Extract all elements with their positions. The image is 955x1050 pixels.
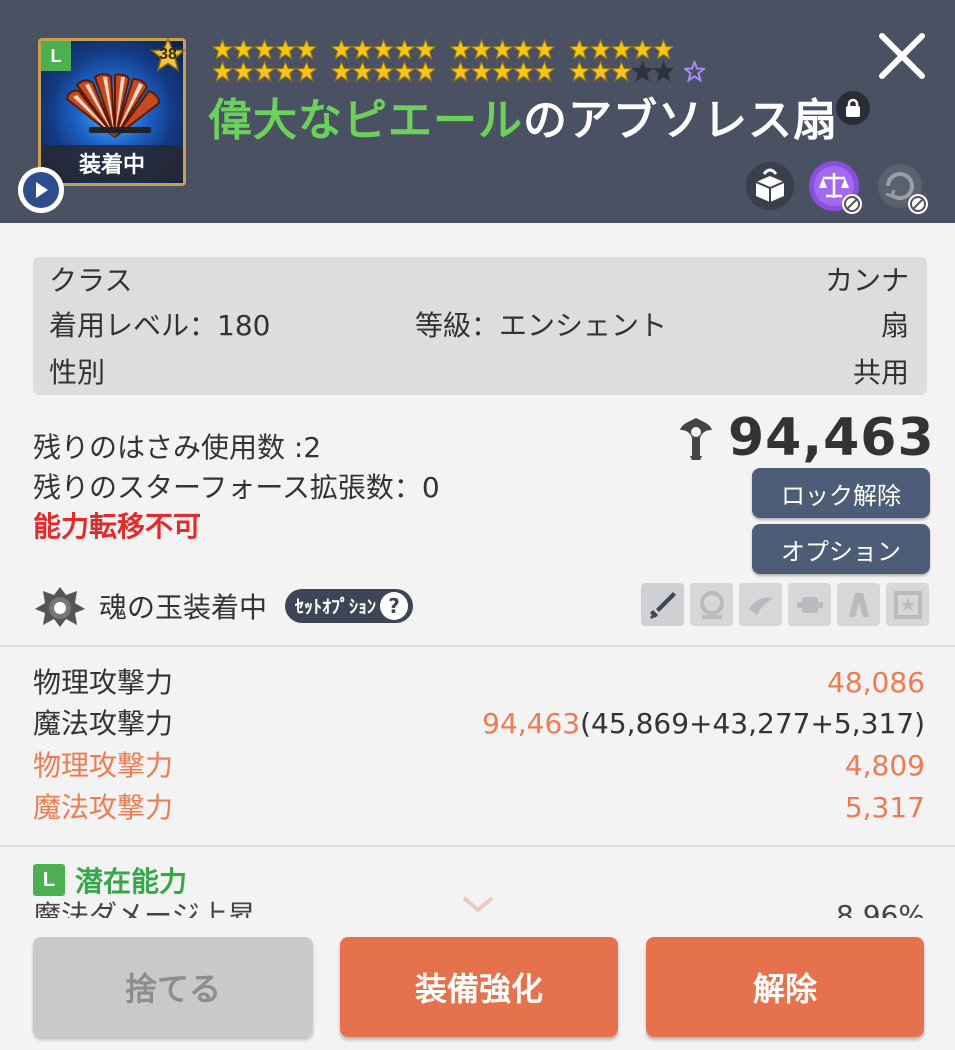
star-filled-icon [233, 60, 254, 82]
star-filled-icon [212, 38, 233, 60]
star-level-badge: 38 [150, 38, 186, 74]
star-filled-icon [450, 60, 471, 82]
info-row-level: 着用レベル：180 等級：エンシェント 扇 [49, 309, 909, 342]
potential-grade-badge: L [33, 864, 65, 896]
star-filled-icon [254, 38, 275, 60]
star-filled-icon [492, 60, 513, 82]
star-row [212, 60, 752, 82]
unequip-button[interactable]: 解除 [646, 937, 924, 1037]
set-slot-icons [641, 583, 929, 626]
grade-badge: L [41, 41, 71, 71]
helmet-icon [690, 583, 733, 626]
discard-button[interactable]: 捨てる [33, 937, 313, 1037]
reroll-disabled-icon[interactable] [874, 160, 928, 214]
star-filled-icon [233, 38, 254, 60]
sword-icon [641, 583, 684, 626]
star-filled-icon [534, 38, 555, 60]
glove-icon [788, 583, 831, 626]
help-icon: ? [380, 592, 409, 620]
set-option-button[interactable]: ｾｯﾄｵﾌﾟｼｮﾝ ? [285, 589, 414, 623]
star-row [212, 38, 752, 60]
fan-weapon-icon [65, 73, 161, 138]
star-filled-icon [569, 60, 590, 82]
star-filled-icon [471, 38, 492, 60]
star-filled-icon [275, 60, 296, 82]
star-filled-icon [296, 38, 317, 60]
divider [0, 645, 955, 647]
star-filled-icon [394, 38, 415, 60]
scissors-count: 残りのはさみ使用数 :2 [33, 431, 322, 464]
stat-row: 物理攻撃力 4,809 [33, 749, 925, 782]
star-filled-icon [352, 60, 373, 82]
star-filled-icon [471, 60, 492, 82]
star-filled-icon [569, 38, 590, 60]
info-row-class: クラス カンナ [49, 264, 909, 297]
star-filled-icon [611, 38, 632, 60]
stat-row: 物理攻撃力 48,086 [33, 666, 925, 699]
star-empty-icon [653, 60, 674, 82]
star-filled-icon [513, 38, 534, 60]
star-filled-icon [632, 38, 653, 60]
soul-orb-icon [35, 587, 85, 627]
star-filled-icon [450, 38, 471, 60]
combat-power-icon [680, 418, 712, 460]
soul-orb-row: 魂の玉装着中 ｾｯﾄｵﾌﾟｼｮﾝ ? [33, 583, 414, 629]
item-name-prefix: 偉大なピエール [208, 95, 523, 146]
item-info-box: クラス カンナ 着用レベル：180 等級：エンシェント 扇 性別 共用 [33, 257, 927, 395]
combat-power-value: 94,463 [728, 408, 935, 468]
star-filled-icon [590, 60, 611, 82]
star-filled-icon [415, 60, 436, 82]
star-filled-icon [513, 60, 534, 82]
cape-icon [739, 583, 782, 626]
stat-row: 魔法攻撃力 5,317 [33, 791, 925, 824]
star-filled-icon [653, 38, 674, 60]
combat-power: 94,463 [676, 408, 935, 468]
star-filled-icon [373, 60, 394, 82]
star-filled-icon [352, 38, 373, 60]
enhance-button[interactable]: 装備強化 [340, 937, 618, 1037]
divider [0, 845, 955, 847]
no-transfer-warning: 能力転移不可 [33, 510, 202, 543]
star-filled-icon [331, 60, 352, 82]
star-filled-icon [534, 60, 555, 82]
star-filled-icon [212, 60, 233, 82]
star-filled-icon [492, 38, 513, 60]
item-name: 偉大なピエールのアブソレス扇 [208, 84, 838, 148]
soul-orb-label: 魂の玉装着中 [99, 591, 268, 624]
star-filled-icon [296, 60, 317, 82]
star-filled-icon [373, 38, 394, 60]
shoe-icon [837, 583, 880, 626]
star-filled-icon [611, 60, 632, 82]
item-header: L 38 装着中 偉大なピエールのアブソレス扇 [0, 0, 955, 223]
star-filled-icon [331, 38, 352, 60]
star-filled-icon [394, 60, 415, 82]
purple-star-icon [684, 60, 705, 82]
starforce-stars [212, 38, 752, 82]
potential-title: L 潜在能力 [33, 862, 187, 898]
lock-icon [836, 91, 870, 125]
info-row-gender: 性別 共用 [49, 356, 909, 389]
star-filled-icon [254, 60, 275, 82]
star-filled-icon [275, 38, 296, 60]
play-icon [36, 182, 48, 198]
chevron-down-icon[interactable] [460, 892, 496, 916]
unlock-button[interactable]: ロック解除 [752, 468, 930, 518]
stat-row: 魔法攻撃力 94,463(45,869+43,277+5,317) [33, 707, 925, 740]
star-empty-icon [632, 60, 653, 82]
preview-play-button[interactable] [18, 167, 64, 213]
starforce-extension-count: 残りのスターフォース拡張数：0 [33, 471, 440, 504]
item-name-suffix: のアブソレス扇 [523, 95, 838, 146]
close-icon[interactable] [872, 26, 932, 86]
equipped-tag: 装着中 [41, 145, 183, 181]
frame-icon [886, 583, 929, 626]
star-filled-icon [590, 38, 611, 60]
option-button[interactable]: オプション [752, 524, 930, 574]
transfer-box-icon[interactable] [744, 160, 796, 212]
scale-balance-icon[interactable] [808, 160, 862, 214]
star-filled-icon [415, 38, 436, 60]
